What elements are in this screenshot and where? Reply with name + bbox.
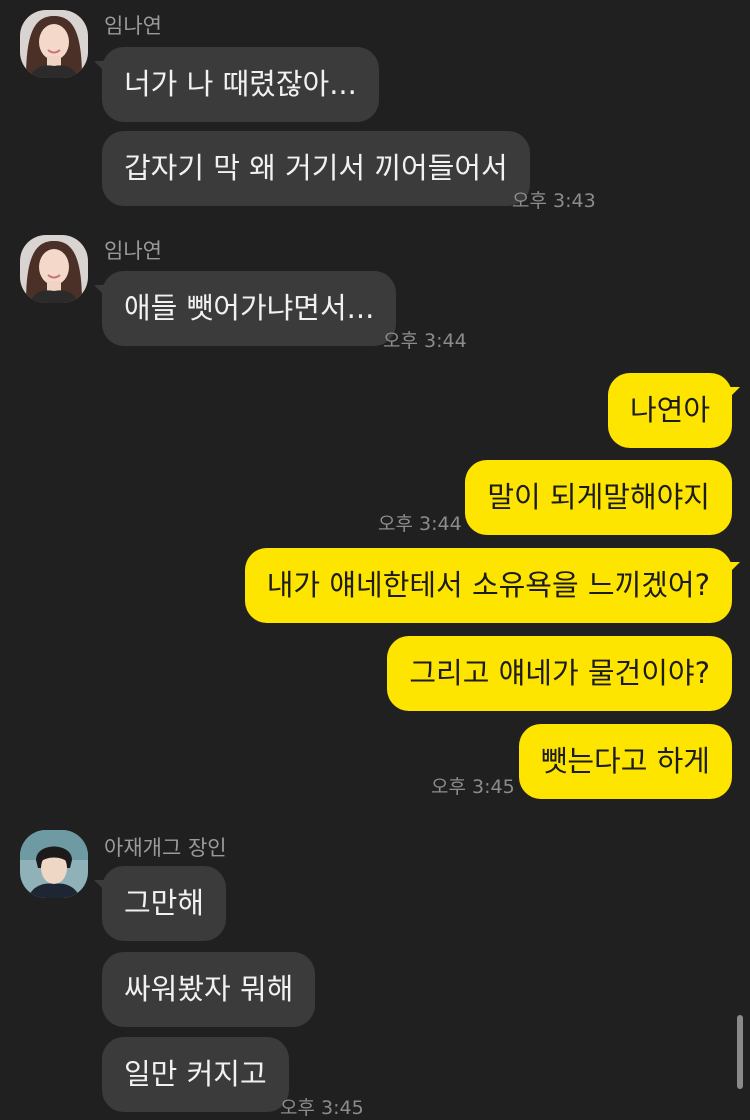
message-bubble[interactable]: 애들 뺏어가냐면서... [94,271,397,346]
timestamp: 오후 3:45 [431,776,515,798]
message-bubble[interactable]: 그리고 얘네가 물건이야? [387,636,732,711]
message-bubble[interactable]: 말이 되게말해야지 [465,460,732,535]
bubble-tail [726,387,740,401]
message-bubble[interactable]: 그만해 [94,866,227,941]
message-text: 내가 얘네한테서 소유욕을 느끼겠어? [266,568,710,602]
message-text: 말이 되게말해야지 [487,480,710,514]
message-text: 너가 나 때렸잖아... [124,67,357,101]
message-text: 그만해 [124,886,205,920]
message-text: 뺏는다고 하게 [540,744,710,778]
message-text: 싸워봤자 뭐해 [124,972,294,1006]
message-bubble[interactable]: 갑자기 막 왜 거기서 끼어들어서 [102,131,530,206]
sender-name: 임나연 [104,14,162,38]
sender-name: 아재개그 장인 [104,836,227,860]
avatar-nayeon[interactable] [20,10,88,78]
message-text: 일만 커지고 [124,1057,267,1091]
timestamp: 오후 3:44 [383,330,467,352]
timestamp: 오후 3:45 [280,1097,364,1119]
scrollbar[interactable] [737,1015,743,1089]
message-text: 갑자기 막 왜 거기서 끼어들어서 [124,151,508,185]
bubble-tail [726,562,740,576]
message-bubble[interactable]: 너가 나 때렸잖아... [94,47,379,122]
avatar-jin-icon [20,830,88,898]
message-bubble[interactable]: 일만 커지고 [102,1037,289,1112]
bubble-tail [94,61,108,75]
message-text: 애들 뺏어가냐면서... [124,291,375,325]
bubble-tail [94,285,108,299]
avatar-nayeon[interactable] [20,235,88,303]
avatar-nayeon-icon [20,235,88,303]
message-bubble[interactable]: 내가 얘네한테서 소유욕을 느끼겠어? [244,548,740,623]
message-bubble[interactable]: 나연아 [607,373,740,448]
sender-name: 임나연 [104,239,162,263]
message-text: 그리고 얘네가 물건이야? [409,656,710,690]
avatar-jin[interactable] [20,830,88,898]
bubble-tail [94,880,108,894]
timestamp: 오후 3:43 [512,190,596,212]
message-text: 나연아 [629,393,710,427]
timestamp: 오후 3:44 [378,513,462,535]
avatar-nayeon-icon [20,10,88,78]
message-bubble[interactable]: 싸워봤자 뭐해 [102,952,316,1027]
message-bubble[interactable]: 뺏는다고 하게 [518,724,732,799]
